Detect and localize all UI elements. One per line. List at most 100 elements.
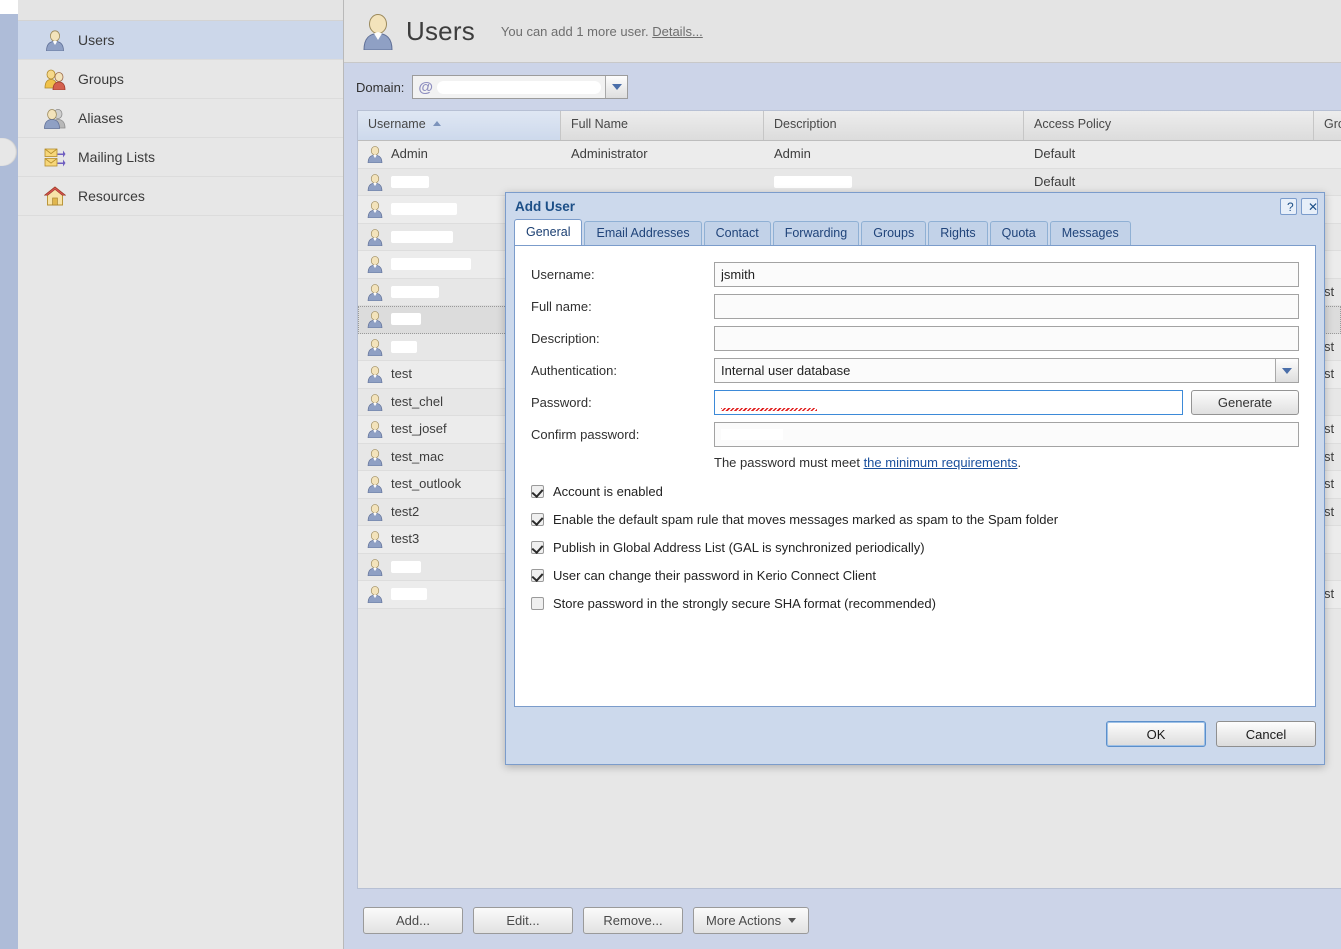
confirm-password-label: Confirm password:	[531, 427, 640, 442]
domain-bar: Domain: @	[344, 63, 1341, 111]
user-icon	[366, 420, 384, 439]
sidebar-item-users[interactable]: Users	[18, 21, 343, 60]
checkbox-checked-icon[interactable]	[531, 485, 544, 498]
authentication-row: Authentication: Internal user database	[531, 358, 1299, 383]
details-link[interactable]: Details...	[652, 24, 703, 39]
password-requirements-hint: The password must meet the minimum requi…	[714, 455, 1299, 470]
domain-value-redacted	[437, 80, 602, 94]
bottom-toolbar: Add... Edit... Remove... More Actions	[357, 891, 1341, 949]
description-input[interactable]	[714, 326, 1299, 351]
checkbox-checked-icon[interactable]	[531, 569, 544, 582]
help-icon[interactable]: ?	[1280, 197, 1297, 215]
fullname-row: Full name:	[531, 294, 1299, 319]
user-icon	[366, 558, 384, 577]
cell-username-text: Admin	[391, 146, 428, 162]
table-row[interactable]: Admin Administrator Admin Default	[358, 141, 1341, 169]
user-icon	[366, 255, 384, 274]
left-collapse-rail[interactable]	[0, 0, 18, 949]
user-icon	[366, 338, 384, 357]
hint-suffix: .	[1017, 455, 1022, 470]
checkbox-checked-icon[interactable]	[531, 513, 544, 526]
column-header-description[interactable]: Description	[764, 111, 1024, 140]
sidebar-item-mailing-lists[interactable]: Mailing Lists	[18, 138, 343, 177]
add-user-dialog: Add User ? ✕ General Email Addresses Conta…	[505, 192, 1325, 765]
user-icon	[366, 283, 384, 302]
cell-full-name: Administrator	[571, 146, 648, 162]
sidebar-collapse-handle[interactable]	[0, 138, 17, 166]
tab-email-addresses[interactable]: Email Addresses	[584, 221, 702, 245]
username-input[interactable]	[714, 262, 1299, 287]
confirm-password-redacted-value	[721, 429, 783, 440]
cell-groups	[1314, 169, 1341, 195]
sidebar-top-strip	[18, 0, 343, 21]
close-icon[interactable]: ✕	[1301, 197, 1318, 215]
cell-full-name	[561, 169, 764, 195]
cell-description: Admin	[764, 141, 1024, 167]
more-actions-label: More Actions	[706, 912, 782, 928]
redacted-value	[391, 203, 457, 216]
column-header-username[interactable]: Username	[358, 111, 561, 140]
tab-quota[interactable]: Quota	[989, 221, 1048, 245]
confirm-password-row: Confirm password:	[531, 422, 1299, 447]
password-input[interactable]	[714, 390, 1183, 415]
fullname-input[interactable]	[714, 294, 1299, 319]
add-button[interactable]: Add...	[363, 906, 463, 934]
sidebar-item-label: Groups	[78, 71, 124, 87]
authentication-select[interactable]: Internal user database	[714, 358, 1299, 383]
user-icon	[44, 29, 66, 51]
tab-general[interactable]: General	[514, 219, 583, 245]
chevron-down-icon[interactable]	[605, 76, 628, 98]
mailing-list-icon	[44, 146, 66, 168]
edit-button[interactable]: Edit...	[473, 906, 573, 934]
sidebar-item-resources[interactable]: Resources	[18, 177, 343, 216]
redacted-value	[391, 588, 427, 601]
cell-access-policy: Default	[1034, 173, 1076, 189]
description-label: Description:	[531, 331, 600, 346]
checkbox-row[interactable]: Enable the default spam rule that moves …	[531, 512, 1299, 527]
chevron-down-icon[interactable]	[1275, 359, 1298, 382]
ok-button[interactable]: OK	[1106, 721, 1206, 747]
checkbox-row[interactable]: User can change their password in Kerio …	[531, 568, 1299, 583]
checkbox-row[interactable]: Account is enabled	[531, 484, 1299, 499]
chevron-down-icon	[788, 917, 797, 923]
redacted-value	[391, 258, 471, 271]
checkbox-checked-icon[interactable]	[531, 541, 544, 554]
user-icon	[366, 393, 384, 412]
user-icon	[366, 145, 384, 164]
domain-select[interactable]: @	[412, 75, 629, 99]
column-header-access-policy[interactable]: Access Policy	[1024, 111, 1314, 140]
dialog-title-bar[interactable]: Add User ? ✕	[506, 193, 1324, 219]
cell-username-text: test_outlook	[391, 476, 462, 492]
column-header-gro[interactable]: Gro	[1314, 111, 1341, 140]
user-icon	[366, 365, 384, 384]
cancel-button[interactable]: Cancel	[1216, 721, 1316, 747]
checkbox-row[interactable]: Publish in Global Address List (GAL is s…	[531, 540, 1299, 555]
generate-password-button[interactable]: Generate	[1191, 390, 1299, 415]
table-header-row: Username Full Name Description Access Polic…	[358, 111, 1341, 141]
checkbox-label: Enable the default spam rule that moves …	[553, 512, 1059, 527]
confirm-password-input[interactable]	[714, 422, 1299, 447]
column-header-full-name[interactable]: Full Name	[561, 111, 764, 140]
tab-groups[interactable]: Groups	[861, 221, 927, 245]
checkbox-label: Publish in Global Address List (GAL is s…	[553, 540, 925, 555]
group-icon	[44, 68, 66, 90]
sidebar-item-groups[interactable]: Groups	[18, 60, 343, 99]
user-icon	[366, 475, 384, 494]
sort-ascending-icon	[432, 121, 441, 126]
tab-contact[interactable]: Contact	[703, 221, 771, 245]
sidebar-item-label: Aliases	[78, 110, 124, 126]
dialog-body-general: Username: Full name: Description: Authen…	[514, 245, 1316, 707]
tab-forwarding[interactable]: Forwarding	[772, 221, 860, 245]
more-actions-button[interactable]: More Actions	[693, 906, 810, 934]
checkbox-row[interactable]: Store password in the strongly secure SH…	[531, 596, 1299, 611]
sidebar-item-aliases[interactable]: Aliases	[18, 99, 343, 138]
authentication-label: Authentication:	[531, 363, 618, 378]
tab-rights[interactable]: Rights	[928, 221, 988, 245]
tab-messages[interactable]: Messages	[1049, 221, 1131, 245]
checkbox-unchecked-icon[interactable]	[531, 597, 544, 610]
remove-button[interactable]: Remove...	[583, 906, 683, 934]
password-redacted-value	[721, 397, 825, 408]
minimum-requirements-link[interactable]: the minimum requirements	[864, 455, 1018, 470]
user-icon	[366, 503, 384, 522]
redacted-value	[391, 313, 421, 326]
